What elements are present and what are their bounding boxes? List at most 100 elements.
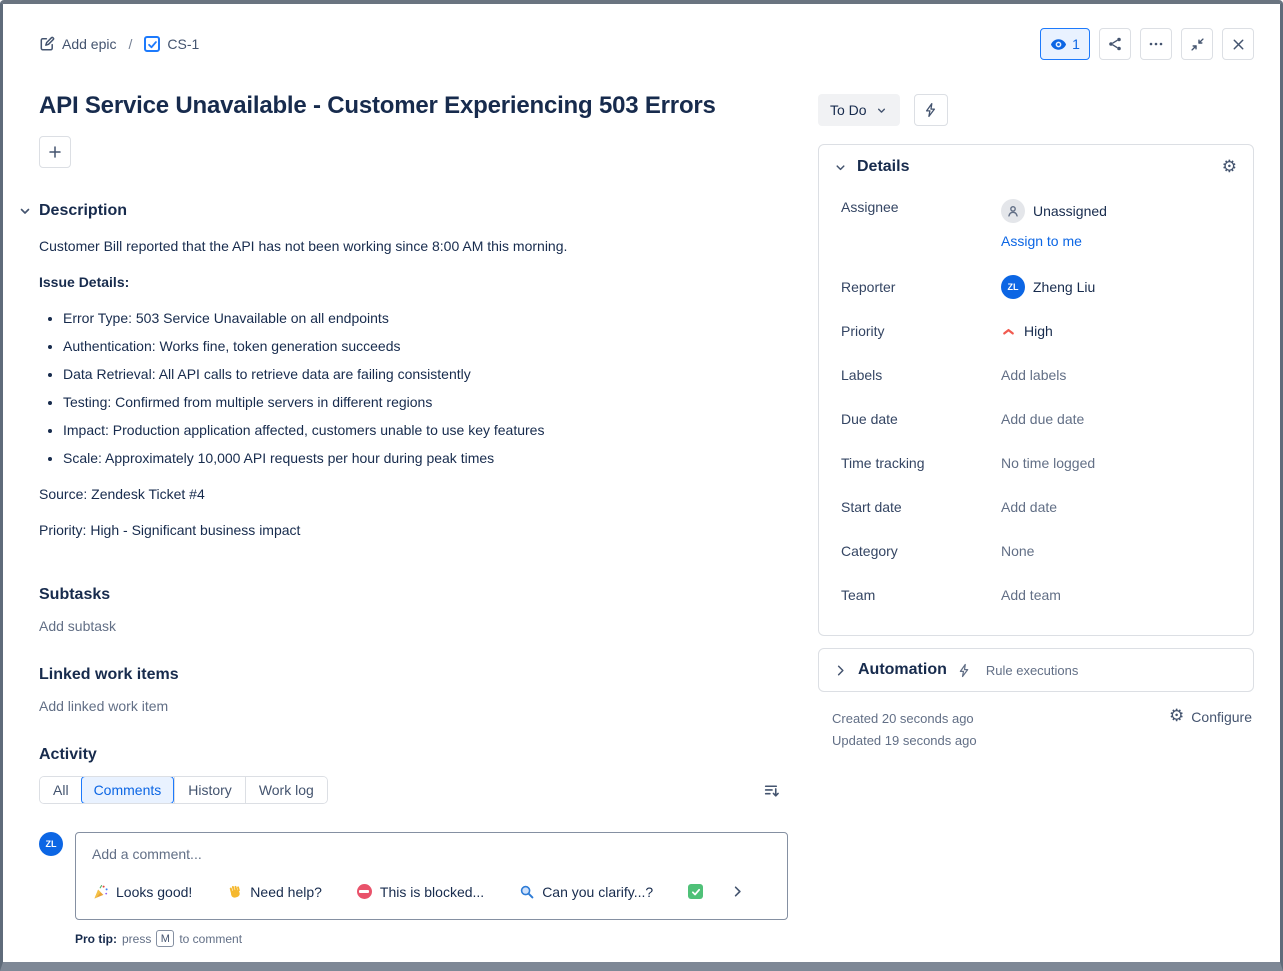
automation-panel[interactable]: Automation Rule executions bbox=[818, 648, 1254, 692]
tab-history[interactable]: History bbox=[174, 777, 245, 803]
pro-tip: Pro tip: press M to comment bbox=[75, 930, 788, 971]
list-item: Data Retrieval: All API calls to retriev… bbox=[63, 364, 788, 384]
priority-value[interactable]: High bbox=[1001, 323, 1053, 339]
close-button[interactable] bbox=[1222, 28, 1254, 60]
person-icon bbox=[1001, 199, 1025, 223]
start-date-value[interactable]: Add date bbox=[1001, 499, 1057, 515]
quick-reply-label: Can you clarify...? bbox=[542, 884, 653, 900]
tab-comments[interactable]: Comments bbox=[81, 776, 175, 804]
watch-count: 1 bbox=[1072, 36, 1080, 52]
status-dropdown[interactable]: To Do bbox=[818, 94, 900, 126]
quick-reply-done[interactable] bbox=[687, 883, 704, 900]
share-button[interactable] bbox=[1099, 28, 1131, 60]
add-content-button[interactable] bbox=[39, 136, 71, 168]
field-due-date: Due date Add due date bbox=[841, 397, 1237, 441]
breadcrumb: Add epic / CS-1 bbox=[39, 36, 199, 52]
quick-reply-clarify[interactable]: Can you clarify...? bbox=[518, 883, 653, 900]
pro-tip-suffix: to comment bbox=[179, 932, 242, 946]
issue-key-button[interactable]: CS-1 bbox=[144, 36, 199, 52]
no-entry-icon bbox=[356, 883, 373, 900]
priority-line: Priority: High - Significant business im… bbox=[39, 520, 788, 540]
source-line: Source: Zendesk Ticket #4 bbox=[39, 484, 788, 504]
subtasks-section: Subtasks Add subtask bbox=[39, 586, 788, 634]
modal-header: Add epic / CS-1 bbox=[39, 28, 1254, 60]
watchers-eye-icon bbox=[1050, 36, 1067, 53]
created-timestamp: Created 20 seconds ago bbox=[832, 708, 977, 730]
reporter-value[interactable]: ZL Zheng Liu bbox=[1001, 275, 1095, 299]
assign-to-me-link[interactable]: Assign to me bbox=[1001, 233, 1107, 249]
chevron-down-icon bbox=[833, 160, 848, 175]
activity-section: Activity All Comments History Work log bbox=[39, 746, 788, 971]
sort-icon bbox=[763, 782, 780, 799]
details-panel: Details ⚙ Assignee bbox=[818, 144, 1254, 636]
quick-reply-looks-good[interactable]: Looks good! bbox=[92, 883, 192, 900]
more-options-icon bbox=[1148, 36, 1164, 52]
field-label: Time tracking bbox=[841, 455, 1001, 471]
team-value[interactable]: Add team bbox=[1001, 587, 1061, 603]
quick-reply-label: Need help? bbox=[250, 884, 322, 900]
avatar: ZL bbox=[39, 832, 63, 856]
add-subtask-field[interactable]: Add subtask bbox=[39, 618, 788, 634]
time-tracking-value[interactable]: No time logged bbox=[1001, 455, 1095, 471]
more-options-button[interactable] bbox=[1140, 28, 1172, 60]
status-label: To Do bbox=[830, 102, 867, 118]
quick-reply-blocked[interactable]: This is blocked... bbox=[356, 883, 484, 900]
quick-replies-next-button[interactable] bbox=[728, 882, 747, 901]
field-label: Category bbox=[841, 543, 1001, 559]
sort-order-button[interactable] bbox=[759, 778, 784, 803]
close-icon bbox=[1231, 37, 1246, 52]
priority-label: High bbox=[1024, 323, 1053, 339]
page-title[interactable]: API Service Unavailable - Customer Exper… bbox=[39, 92, 788, 120]
description-body[interactable]: Customer Bill reported that the API has … bbox=[39, 236, 788, 540]
rule-executions-label: Rule executions bbox=[986, 663, 1079, 678]
tab-worklog[interactable]: Work log bbox=[245, 777, 327, 803]
magnifier-icon bbox=[518, 883, 535, 900]
description-heading: Description bbox=[39, 202, 127, 220]
category-value[interactable]: None bbox=[1001, 543, 1034, 559]
assignee-value[interactable]: Unassigned bbox=[1001, 199, 1107, 223]
quick-replies: Looks good! bbox=[92, 882, 771, 901]
issue-key-label: CS-1 bbox=[167, 36, 199, 52]
details-panel-header[interactable]: Details ⚙ bbox=[819, 145, 1253, 187]
linked-items-section: Linked work items Add linked work item bbox=[39, 666, 788, 714]
subtasks-heading: Subtasks bbox=[39, 586, 788, 604]
watch-button[interactable]: 1 bbox=[1040, 28, 1090, 60]
priority-high-icon bbox=[1001, 324, 1016, 339]
add-epic-button[interactable]: Add epic bbox=[39, 36, 116, 52]
field-assignee: Assignee Unassigned bbox=[841, 191, 1237, 265]
pro-tip-prefix: Pro tip: bbox=[75, 932, 117, 946]
edit-icon bbox=[39, 36, 55, 52]
party-popper-icon bbox=[92, 883, 109, 900]
assignee-name: Unassigned bbox=[1033, 203, 1107, 219]
check-mark-icon bbox=[687, 883, 704, 900]
comment-placeholder: Add a comment... bbox=[92, 846, 771, 862]
avatar: ZL bbox=[1001, 275, 1025, 299]
configure-button[interactable]: ⚙ Configure bbox=[1169, 708, 1252, 725]
collapse-button[interactable] bbox=[1181, 28, 1213, 60]
labels-value[interactable]: Add labels bbox=[1001, 367, 1066, 383]
issue-modal: Add epic / CS-1 bbox=[0, 0, 1283, 971]
due-date-value[interactable]: Add due date bbox=[1001, 411, 1084, 427]
details-fields: Assignee Unassigned bbox=[819, 187, 1253, 635]
quick-reply-label: Looks good! bbox=[116, 884, 192, 900]
chevron-right-icon bbox=[833, 663, 848, 678]
field-label: Priority bbox=[841, 323, 1001, 339]
description-header[interactable]: Description bbox=[17, 202, 788, 220]
field-category: Category None bbox=[841, 529, 1237, 573]
list-item: Scale: Approximately 10,000 API requests… bbox=[63, 448, 788, 468]
description-paragraph: Customer Bill reported that the API has … bbox=[39, 236, 788, 256]
field-start-date: Start date Add date bbox=[841, 485, 1237, 529]
meta-row: Created 20 seconds ago Updated 19 second… bbox=[818, 708, 1254, 752]
gear-icon: ⚙ bbox=[1169, 708, 1184, 725]
activity-heading: Activity bbox=[39, 746, 788, 764]
tab-all[interactable]: All bbox=[40, 777, 82, 803]
lightning-icon bbox=[923, 102, 939, 118]
configure-label: Configure bbox=[1191, 709, 1252, 725]
automation-heading: Automation bbox=[858, 661, 947, 679]
quick-reply-need-help[interactable]: Need help? bbox=[226, 883, 322, 900]
comment-input[interactable]: Add a comment... bbox=[75, 832, 788, 920]
details-settings-gear-icon[interactable]: ⚙ bbox=[1222, 159, 1237, 176]
add-linked-item-field[interactable]: Add linked work item bbox=[39, 698, 788, 714]
field-priority: Priority High bbox=[841, 309, 1237, 353]
automation-shortcut-button[interactable] bbox=[914, 94, 948, 126]
